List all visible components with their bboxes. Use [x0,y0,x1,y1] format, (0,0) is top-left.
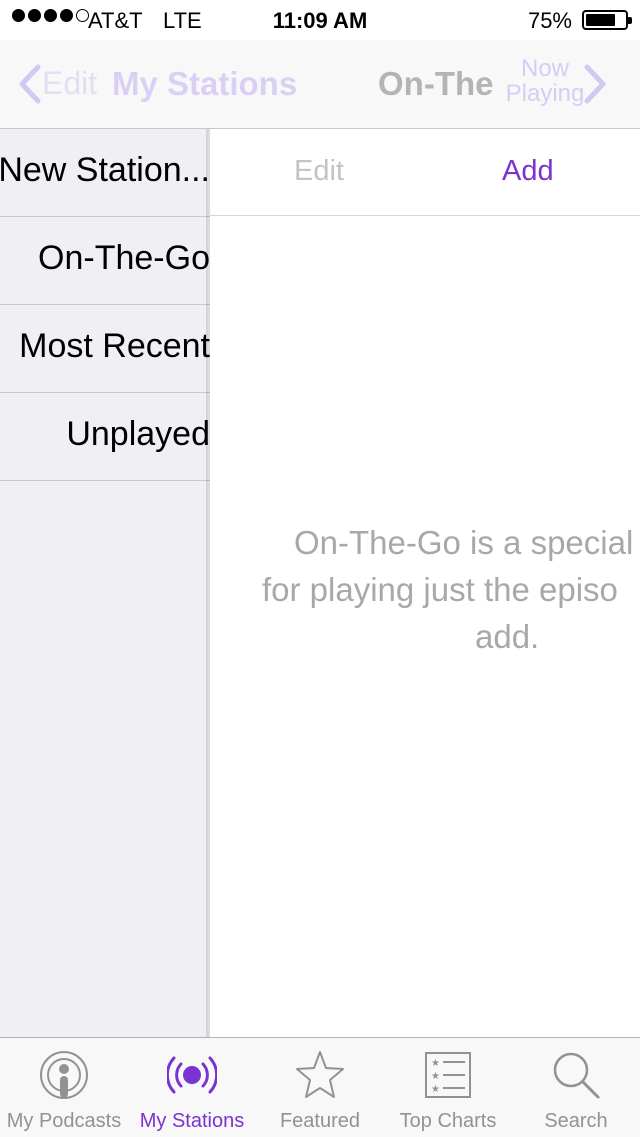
stations-list: New Station... On-The-Go Most Recent Unp… [0,129,210,1037]
edit-button[interactable]: Edit [294,155,344,188]
star-icon [296,1051,344,1098]
tab-top-charts[interactable]: ★ ★ ★ Top Charts [384,1038,512,1137]
on-the-go-detail: Edit Add On-The-Go is a special for play… [210,129,640,1037]
status-bar: AT&T LTE 11:09 AM 75% [0,0,640,40]
tab-my-podcasts[interactable]: My Podcasts [0,1038,128,1137]
list-icon: ★ ★ ★ [425,1052,471,1098]
svg-text:★: ★ [431,1071,440,1082]
navigation-bar: Edit My Stations On-The Now Playing [0,40,640,129]
station-label: On-The-Go [38,239,210,277]
chevron-right-icon[interactable] [583,64,607,104]
tab-my-stations[interactable]: My Stations [128,1038,256,1137]
svg-text:★: ★ [431,1058,440,1069]
station-label: Most Recent [19,327,210,365]
tab-label: My Stations [139,1110,245,1132]
message-line: On-The-Go is a special [294,524,634,561]
station-label: Unplayed [66,415,210,453]
tab-label: Top Charts [399,1110,497,1132]
battery-icon [582,10,632,30]
tab-label: Search [544,1110,608,1132]
tab-label: My Podcasts [6,1110,122,1132]
message-line: add. [475,618,540,655]
nav-title-previous: My Stations [112,65,298,102]
search-icon [553,1052,600,1099]
tab-bar: My Podcasts My Stations Featured ★ ★ ★ T… [0,1037,640,1137]
tab-label: Featured [279,1110,361,1132]
station-icon [167,1056,217,1094]
back-button[interactable]: Edit [42,65,97,102]
station-row-on-the-go[interactable]: On-The-Go [0,217,210,305]
add-button[interactable]: Add [502,155,554,188]
chevron-left-icon[interactable] [18,64,42,104]
tab-featured[interactable]: Featured [256,1038,384,1137]
svg-text:★: ★ [431,1084,440,1095]
podcast-icon [40,1051,88,1099]
station-row-unplayed[interactable]: Unplayed [0,393,210,481]
station-row-new[interactable]: New Station... [0,129,210,217]
battery-percent: 75% [527,8,572,33]
message-line: for playing just the episo [262,571,618,608]
detail-toolbar: Edit Add [210,129,640,216]
nav-title: On-The [378,65,494,102]
tab-search[interactable]: Search [512,1038,640,1137]
empty-state-message: On-The-Go is a special for playing just … [262,519,640,660]
station-label: New Station... [0,151,210,189]
station-row-most-recent[interactable]: Most Recent [0,305,210,393]
